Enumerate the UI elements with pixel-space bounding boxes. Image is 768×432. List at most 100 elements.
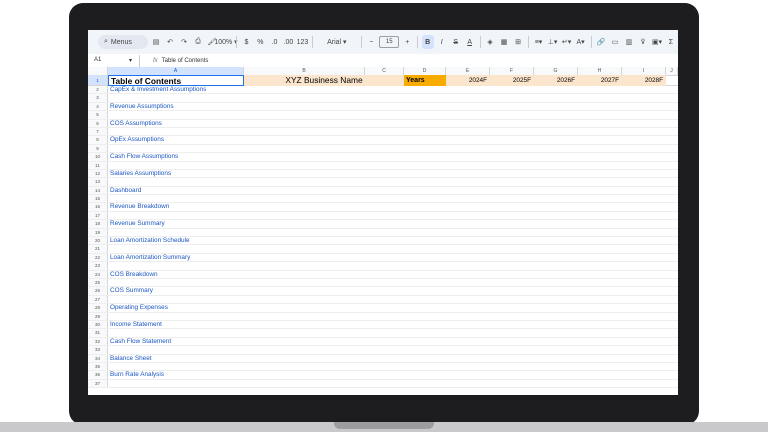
row-number[interactable]: 14 [88,186,108,195]
empty-cell[interactable] [108,296,244,303]
empty-cell[interactable] [108,279,244,286]
italic-button[interactable]: I [436,35,448,49]
strikethrough-button[interactable]: S [450,35,462,49]
column-header-h[interactable]: H [578,67,622,75]
toc-link[interactable]: Balance Sheet [108,355,244,362]
redo-icon[interactable]: ↷ [178,35,190,49]
column-header-e[interactable]: E [446,67,490,75]
row-number[interactable]: 36 [88,371,108,379]
insert-chart-icon[interactable]: ▥ [623,35,635,49]
toc-link[interactable]: Revenue Summary [108,220,244,227]
increase-decimal-button[interactable]: .00 [282,35,294,49]
row-number[interactable]: 19 [88,228,108,237]
row-number[interactable]: 31 [88,329,108,337]
empty-cell[interactable] [108,145,244,152]
font-size-increase-button[interactable]: + [401,35,413,49]
row-number[interactable]: 23 [88,262,108,270]
bold-button[interactable]: B [421,35,434,49]
merge-cells-icon[interactable]: ⊞ [512,35,524,49]
toc-link[interactable]: Income Statement [108,321,244,328]
toc-link[interactable]: Cash Flow Assumptions [108,153,244,160]
toc-link[interactable]: COS Summary [108,287,244,294]
select-all-corner[interactable] [88,67,108,75]
undo-icon[interactable]: ↶ [164,35,176,49]
row-number[interactable]: 11 [88,161,108,169]
row-number[interactable]: 32 [88,337,108,346]
zoom-select[interactable]: 100% ▾ [214,35,237,49]
percent-format-button[interactable]: % [254,35,266,49]
empty-cell[interactable] [108,229,244,236]
row-number[interactable]: 29 [88,312,108,320]
row-number[interactable]: 3 [88,94,108,102]
row-number[interactable]: 9 [88,144,108,153]
row-number[interactable]: 37 [88,379,108,388]
empty-cell[interactable] [108,195,244,202]
vertical-align-icon[interactable]: ⊥▾ [547,35,559,49]
row-number[interactable]: 26 [88,287,108,295]
row-number[interactable]: 1 [88,75,108,85]
empty-cell[interactable] [108,262,244,269]
cell-i1-year[interactable]: 2028F [622,75,666,86]
row-number[interactable]: 8 [88,136,108,144]
row-number[interactable]: 10 [88,153,108,161]
row-number[interactable]: 2 [88,86,108,94]
text-color-icon[interactable]: A [464,35,476,49]
empty-cell[interactable] [108,111,244,118]
row-number[interactable]: 18 [88,220,108,228]
toc-link[interactable]: Burn Rate Analysis [108,371,244,378]
empty-cell[interactable] [108,94,244,101]
font-size-input[interactable]: 15 [379,36,400,48]
row-number[interactable]: 16 [88,203,108,211]
row-number[interactable]: 12 [88,169,108,178]
row-number[interactable]: 25 [88,278,108,287]
filter-icon[interactable]: ⊽ [637,35,649,49]
font-select[interactable]: Arial ▾ [317,35,357,49]
row-number[interactable]: 15 [88,195,108,203]
column-header-j[interactable]: J [666,67,678,75]
empty-cell[interactable] [108,162,244,169]
column-header-c[interactable]: C [365,67,404,75]
row-number[interactable]: 28 [88,304,108,312]
filter-views-icon[interactable]: ▣▾ [651,35,663,49]
cell-a1-table-of-contents[interactable]: Table of Contents [108,75,244,86]
cell-b1-business-name[interactable]: XYZ Business Name [244,75,404,86]
decrease-decimal-button[interactable]: .0 [268,35,280,49]
column-header-g[interactable]: G [534,67,578,75]
text-rotation-icon[interactable]: A▾ [575,35,587,49]
row-number[interactable]: 4 [88,102,108,111]
column-header-b[interactable]: B [244,67,365,75]
row-number[interactable]: 34 [88,354,108,362]
print-icon[interactable]: ⎙ [192,35,204,49]
empty-cell[interactable] [108,313,244,320]
toc-link[interactable]: Cash Flow Statement [108,338,244,345]
number-format-button[interactable]: 123 [296,35,309,49]
empty-cell[interactable] [108,245,244,252]
cell-d1-years[interactable]: Years [404,75,446,86]
row-number[interactable]: 35 [88,362,108,371]
empty-cell[interactable] [108,212,244,219]
toc-link[interactable]: Loan Amortization Schedule [108,237,244,244]
column-header-i[interactable]: I [622,67,666,75]
toc-link[interactable]: COS Assumptions [108,120,244,127]
row-number[interactable]: 27 [88,295,108,304]
row-number[interactable]: 30 [88,320,108,329]
row-number[interactable]: 24 [88,270,108,278]
horizontal-align-icon[interactable]: ≡▾ [533,35,545,49]
toc-link[interactable]: Dashboard [108,187,244,194]
fill-color-icon[interactable]: ◈ [484,35,496,49]
cell-g1-year[interactable]: 2026F [534,75,578,86]
cell-h1-year[interactable]: 2027F [578,75,622,86]
name-box[interactable]: A1 ▾ [88,57,136,64]
text-wrap-icon[interactable]: ↵▾ [561,35,573,49]
toc-link[interactable]: Revenue Assumptions [108,103,244,110]
cell-e1-year[interactable]: 2024F [446,75,490,86]
row-number[interactable]: 33 [88,346,108,354]
column-header-f[interactable]: F [490,67,534,75]
empty-cell[interactable] [108,329,244,336]
toc-link[interactable]: Operating Expenses [108,304,244,311]
toc-link[interactable]: Loan Amortization Summary [108,254,244,261]
row-number[interactable]: 21 [88,245,108,253]
hide-menus-icon[interactable]: ▤ [150,35,162,49]
insert-link-icon[interactable]: 🔗 [595,35,607,49]
insert-comment-icon[interactable]: ▭ [609,35,621,49]
